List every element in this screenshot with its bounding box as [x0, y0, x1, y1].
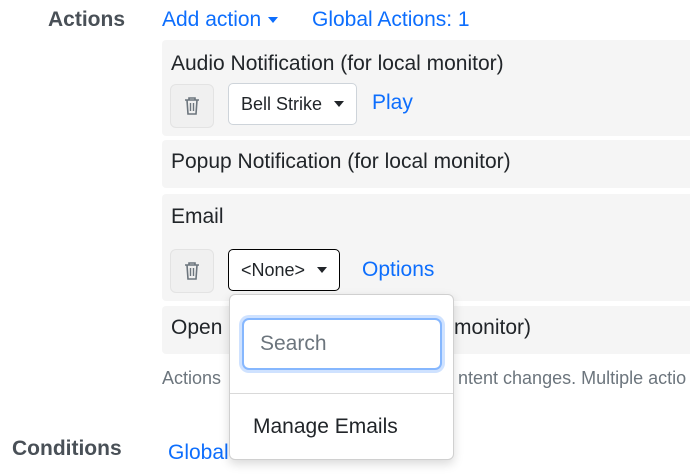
sound-select-value: Bell Strike: [241, 93, 323, 114]
action-card-title-tail: monitor): [454, 316, 532, 339]
action-card-popup: Popup Notification (for local monitor): [162, 140, 690, 188]
action-card-audio: Audio Notification (for local monitor) B…: [162, 40, 690, 136]
sound-select[interactable]: Bell Strike: [228, 83, 358, 125]
dropdown-search-input[interactable]: [242, 318, 442, 370]
action-card-email: Email <None> Options: [162, 194, 690, 301]
manage-emails-item[interactable]: Manage Emails: [253, 415, 398, 439]
play-link[interactable]: Play: [372, 91, 413, 115]
delete-action-button[interactable]: [170, 249, 214, 293]
trash-icon: [185, 262, 199, 280]
trash-icon: [185, 97, 199, 115]
caret-down-icon: [334, 101, 345, 107]
actions-help-text: Actions: [162, 368, 222, 388]
add-action-label: Add action: [162, 8, 262, 31]
action-card-title: Popup Notification (for local monitor): [171, 150, 511, 173]
action-card-title: Open: [171, 316, 223, 339]
email-select[interactable]: <None>: [228, 249, 341, 291]
action-card-title: Email: [171, 205, 224, 228]
add-action-dropdown[interactable]: Add action: [162, 8, 279, 32]
dropdown-divider: [230, 393, 453, 394]
email-select-dropdown: Manage Emails: [229, 294, 454, 460]
conditions-section-label: Conditions: [12, 437, 122, 460]
action-card-title: Audio Notification (for local monitor): [171, 52, 504, 75]
caret-down-icon: [317, 267, 328, 273]
delete-action-button[interactable]: [170, 84, 214, 128]
caret-down-icon: [268, 17, 279, 24]
global-actions-link[interactable]: Global Actions: 1: [312, 8, 470, 32]
email-select-value: <None>: [241, 259, 306, 280]
options-link[interactable]: Options: [362, 258, 434, 282]
actions-section-label: Actions: [48, 8, 126, 31]
actions-help-text-tail: ntent changes. Multiple actio: [458, 368, 687, 388]
